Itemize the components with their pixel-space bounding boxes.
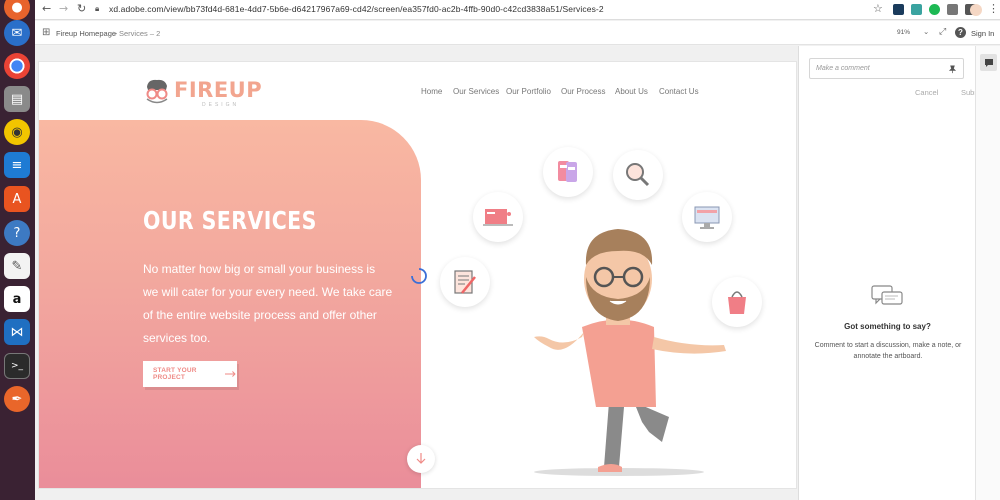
artboard: FIREUP DESIGN Home Our Services Our Port… [38, 61, 797, 489]
mobile-design-bubble [543, 147, 593, 197]
right-rail [975, 46, 1000, 500]
magnifier-icon [626, 163, 650, 187]
comments-panel: Make a comment Cancel Submit Got somethi… [798, 46, 984, 500]
menu-kebab-icon[interactable]: ⋮ [988, 2, 999, 15]
nav-home[interactable]: Home [421, 87, 442, 96]
empty-state-title: Got something to say? [844, 322, 931, 331]
help-icon[interactable]: ? [4, 220, 30, 246]
pencil-document-icon [454, 270, 476, 294]
back-icon[interactable]: ← [42, 2, 51, 15]
artboard-stage: FIREUP DESIGN Home Our Services Our Port… [35, 46, 798, 500]
amazon-icon[interactable]: a [4, 286, 30, 312]
comment-input[interactable]: Make a comment [816, 65, 870, 72]
character-illustration [534, 229, 726, 476]
hero-title: OUR SERVICES [143, 206, 317, 235]
content-writing-bubble [440, 257, 490, 307]
bookmark-star-icon[interactable]: ☆ [873, 2, 883, 15]
nav-about-us[interactable]: About Us [615, 87, 648, 96]
extension-icon[interactable] [911, 4, 922, 15]
empty-state-text: Comment to start a discussion, make a no… [814, 342, 962, 360]
lock-icon: 🔒︎ [95, 4, 100, 13]
help-button[interactable]: ? [955, 27, 966, 38]
sign-in-link[interactable]: Sign In [971, 29, 994, 38]
nav-our-services[interactable]: Our Services [453, 87, 499, 96]
inkscape-icon[interactable]: ✒ [4, 386, 30, 412]
logo-face-icon [146, 79, 168, 104]
chrome-icon[interactable] [4, 53, 30, 79]
grid-view-icon[interactable]: ⊞ [42, 27, 50, 38]
mobile-phones-icon [558, 161, 577, 182]
chat-bubbles-icon [871, 285, 903, 305]
profile-icon[interactable] [970, 4, 982, 16]
logo-wordmark: FIREUP [174, 78, 263, 102]
arrow-right-icon [225, 371, 237, 377]
terminal-icon[interactable]: >_ [4, 353, 30, 379]
breadcrumb-home[interactable]: Fireup Homepage [56, 29, 116, 38]
site-logo[interactable]: FIREUP DESIGN [142, 78, 277, 108]
comments-tab-button[interactable] [980, 54, 997, 71]
comment-input-box[interactable]: Make a comment [809, 58, 964, 79]
scroll-down-button[interactable] [407, 445, 435, 473]
logo-subtext: DESIGN [202, 102, 240, 108]
start-project-button[interactable]: START YOUR PROJECT [143, 361, 237, 387]
xd-toolbar: ⊞ Fireup Homepage > Services – 2 91% ⌄ ⤢… [35, 21, 1000, 45]
reload-icon[interactable]: ↻ [77, 2, 86, 15]
browser-window: ← → ↻ 🔒︎ xd.adobe.com/view/bb73fd4d-681e… [35, 0, 1000, 500]
extension-icon[interactable] [929, 4, 940, 15]
nav-our-portfolio[interactable]: Our Portfolio [506, 87, 551, 96]
vscode-icon[interactable]: ⋈ [4, 319, 30, 345]
fullscreen-icon[interactable]: ⤢ [939, 27, 946, 37]
nav-contact-us[interactable]: Contact Us [659, 87, 699, 96]
address-bar-row: ← → ↻ 🔒︎ xd.adobe.com/view/bb73fd4d-681e… [35, 0, 1000, 20]
loading-spinner-icon [411, 268, 427, 284]
forward-icon[interactable]: → [59, 2, 68, 15]
breadcrumb-separator: > [113, 29, 118, 38]
thunderbird-icon[interactable]: ✉ [4, 20, 30, 46]
ubuntu-dock: ● ✉ ▤ ◉ ≡ A ? ✎ a ⋈ >_ ✒ [0, 0, 35, 500]
hero-description: No matter how big or small your business… [143, 262, 393, 345]
comment-icon [984, 58, 993, 67]
start-project-label: START YOUR PROJECT [153, 367, 197, 381]
arrow-down-icon [416, 453, 426, 464]
firefox-icon[interactable]: ● [4, 0, 30, 20]
writer-icon[interactable]: ≡ [4, 152, 30, 178]
breadcrumb-current: Services – 2 [119, 29, 161, 38]
extension-icon[interactable] [893, 4, 904, 15]
text-editor-icon[interactable]: ✎ [4, 253, 30, 279]
rhythmbox-icon[interactable]: ◉ [4, 119, 30, 145]
pin-icon[interactable] [948, 65, 957, 74]
nav-our-process[interactable]: Our Process [561, 87, 605, 96]
cancel-button[interactable]: Cancel [915, 88, 938, 97]
zoom-select[interactable]: 91% [897, 29, 910, 36]
url-field[interactable]: xd.adobe.com/view/bb73fd4d-681e-4dd7-5b6… [109, 4, 604, 14]
extension-icon[interactable] [947, 4, 958, 15]
files-icon[interactable]: ▤ [4, 86, 30, 112]
seo-search-bubble [613, 150, 663, 200]
chevron-down-icon[interactable]: ⌄ [923, 27, 929, 36]
software-center-icon[interactable]: A [4, 186, 30, 212]
